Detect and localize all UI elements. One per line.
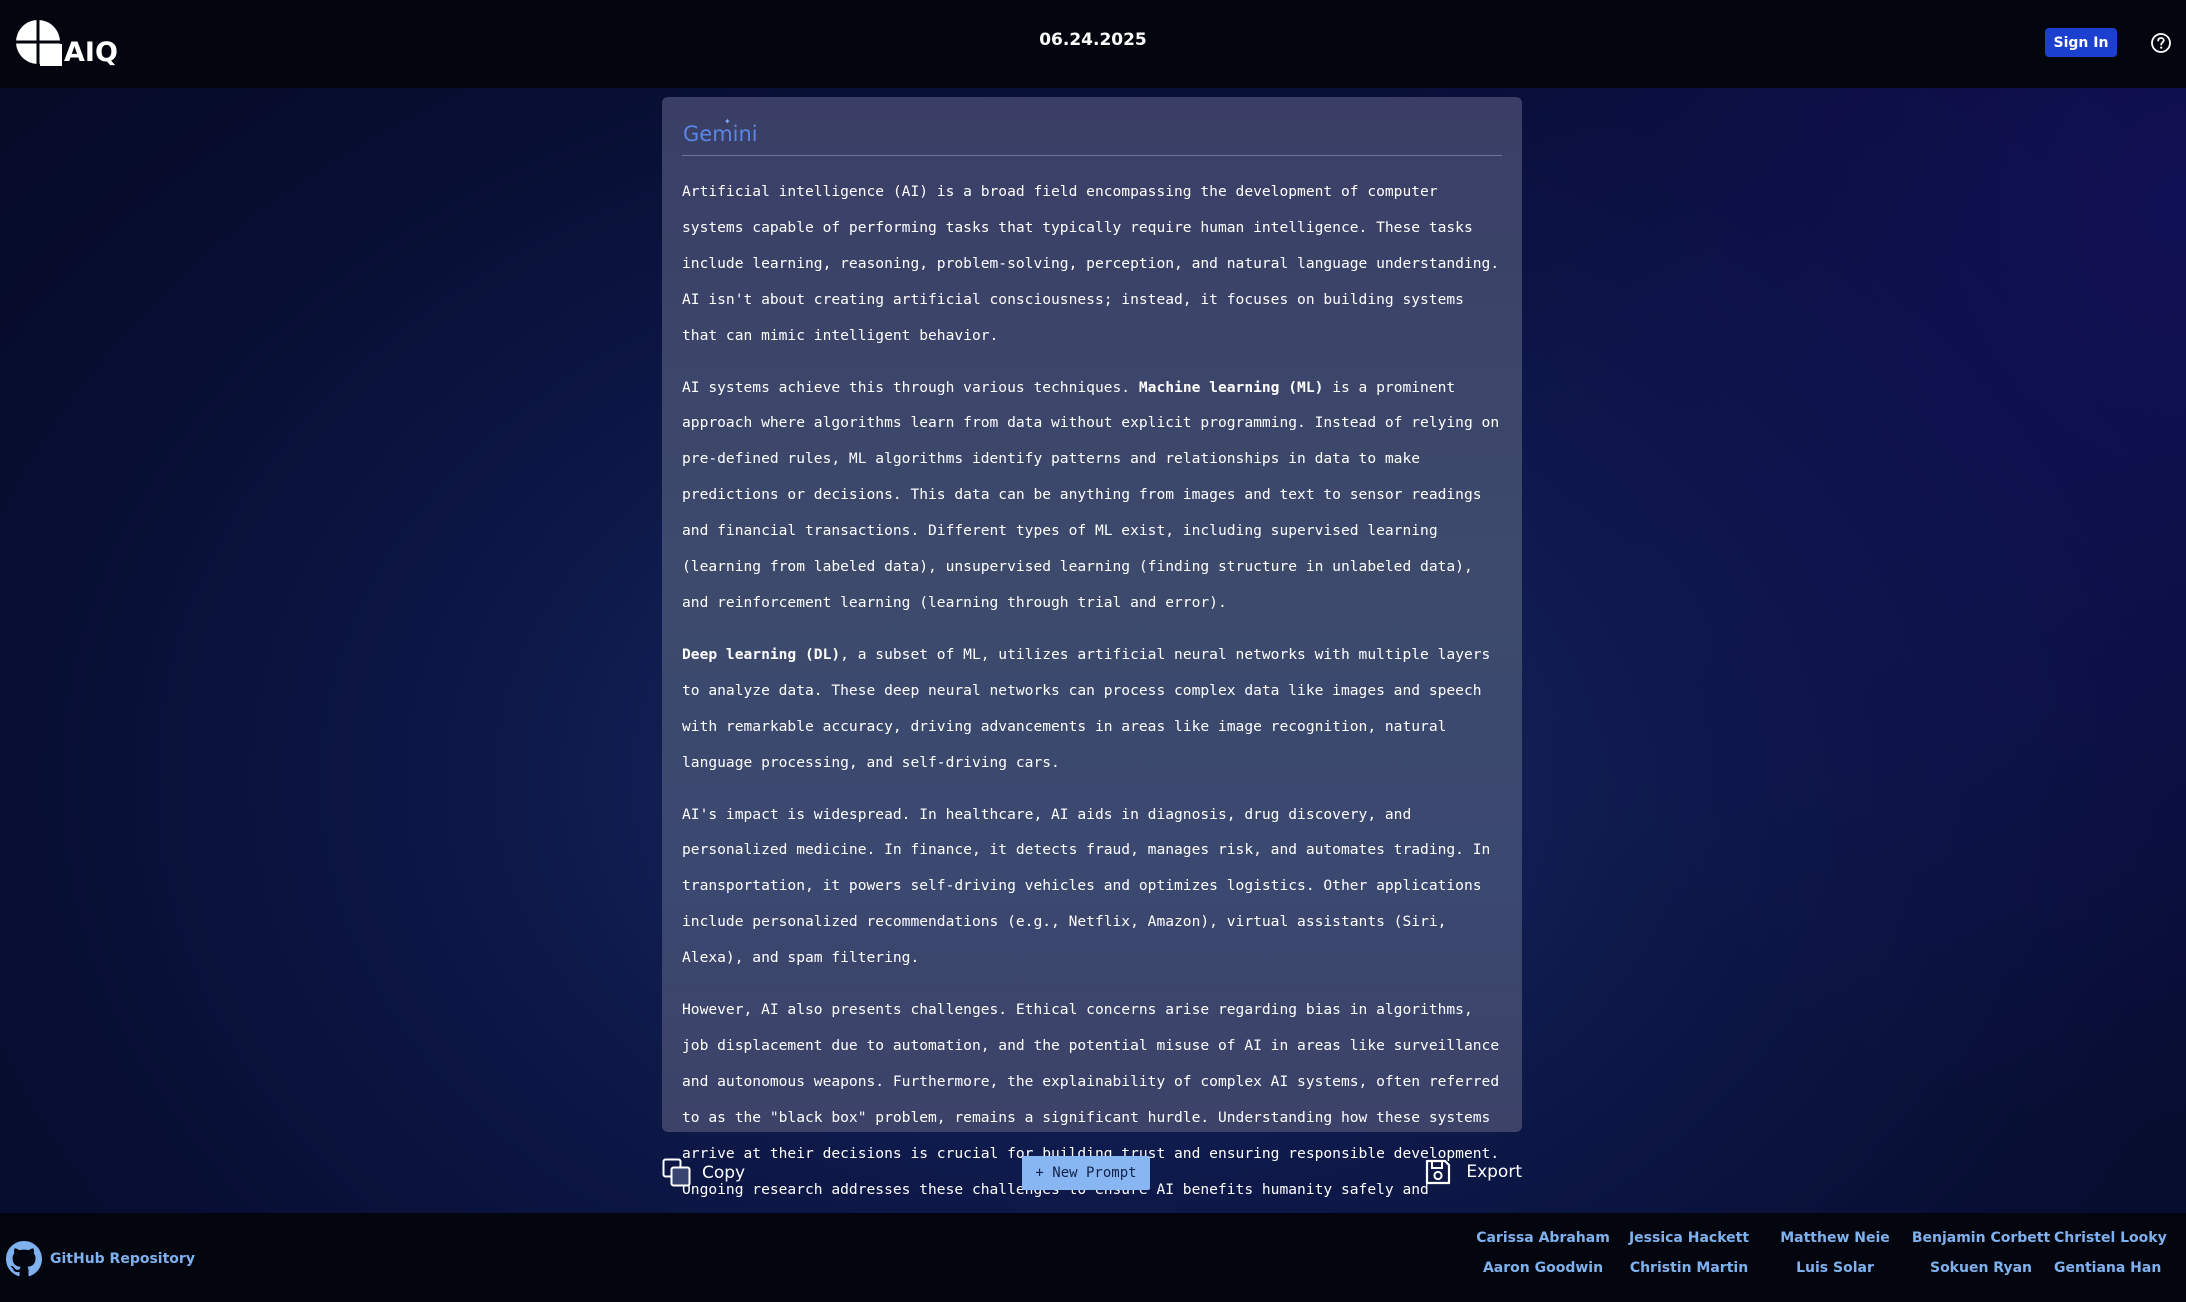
sign-in-button[interactable]: Sign In <box>2045 28 2117 57</box>
contributor-link[interactable]: Jessica Hackett <box>1616 1227 1762 1249</box>
top-bar: AIQ 06.24.2025 Sign In <box>0 0 2186 88</box>
contributor-link[interactable]: Matthew Neie <box>1762 1227 1908 1249</box>
contributors-grid: Carissa Abraham Jessica Hackett Matthew … <box>1470 1227 2167 1279</box>
contributor-link[interactable]: Luis Solar <box>1762 1257 1908 1279</box>
new-prompt-button[interactable]: + New Prompt <box>1022 1156 1150 1190</box>
footer: GitHub Repository Carissa Abraham Jessic… <box>0 1213 2186 1302</box>
help-circle-icon[interactable] <box>2150 32 2172 54</box>
copy-label: Copy <box>702 1163 746 1183</box>
response-paragraph: AI's impact is widespread. In healthcare… <box>682 805 1491 967</box>
response-paragraph: However, AI also presents challenges. Et… <box>682 1001 1500 1233</box>
response-paragraph: AI systems achieve this through various … <box>682 378 1500 611</box>
export-button[interactable]: Export <box>1424 1158 1522 1186</box>
response-paragraph: Deep learning (DL), a subset of ML, util… <box>682 645 1491 771</box>
bold-term: Machine learning (ML) <box>1138 378 1324 396</box>
github-icon <box>6 1241 42 1277</box>
save-icon <box>1426 1159 1451 1185</box>
divider <box>682 155 1502 156</box>
model-name: Gemini <box>683 122 758 146</box>
contributor-link[interactable]: Christin Martin <box>1616 1257 1762 1279</box>
contributor-link[interactable]: Gentiana Han <box>2054 1257 2161 1279</box>
sparkle-icon: ✦ <box>724 117 731 126</box>
contributor-link[interactable]: Christel Looky <box>2054 1227 2167 1249</box>
github-label: GitHub Repository <box>50 1251 195 1267</box>
copy-icon <box>662 1158 691 1187</box>
export-label: Export <box>1466 1162 1522 1182</box>
contributor-link[interactable]: Aaron Goodwin <box>1470 1257 1616 1279</box>
date-display: 06.24.2025 <box>1039 30 1147 50</box>
contributor-link[interactable]: Sokuen Ryan <box>1908 1257 2054 1279</box>
contributor-link[interactable]: Carissa Abraham <box>1470 1227 1616 1249</box>
bold-term: Deep learning (DL) <box>682 645 841 663</box>
github-repository-link[interactable]: GitHub Repository <box>6 1241 195 1277</box>
response-paragraph: Artificial intelligence (AI) is a broad … <box>682 183 1500 344</box>
model-name-wrap: Gemini ✦ <box>683 117 1502 151</box>
contributor-link[interactable]: Benjamin Corbett <box>1908 1227 2054 1249</box>
copy-button[interactable]: Copy <box>662 1158 745 1188</box>
response-card: Gemini ✦ Artificial intelligence (AI) is… <box>662 97 1522 1233</box>
